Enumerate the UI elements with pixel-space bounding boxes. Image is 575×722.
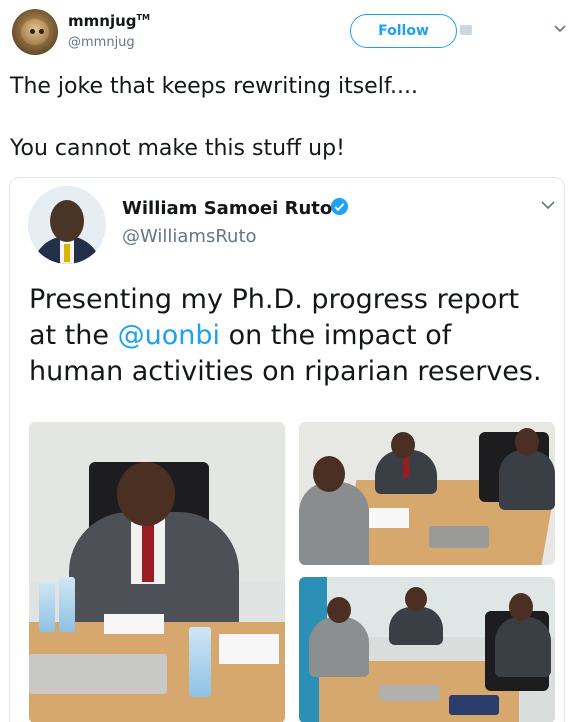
- quoted-tweet[interactable]: William Samoei Ruto @WilliamsRuto Presen…: [9, 177, 565, 722]
- photo-bottle: [59, 577, 75, 632]
- photo-head: [117, 462, 175, 526]
- tweet-text: The joke that keeps rewriting itself....…: [10, 72, 418, 164]
- photo-laptop: [379, 685, 439, 701]
- photo-head: [391, 432, 415, 458]
- avatar-eye: [39, 29, 44, 34]
- photo-paper: [219, 634, 279, 664]
- tweet-text-line: You cannot make this stuff up!: [10, 136, 345, 161]
- trademark-badge: TM: [136, 13, 150, 22]
- quoted-handle[interactable]: @WilliamsRuto: [122, 226, 257, 247]
- quoted-text-fragment: on the impact of: [220, 320, 452, 351]
- photo-head: [327, 597, 351, 623]
- mention-link[interactable]: @uonbi: [118, 320, 220, 351]
- quoted-text: Presenting my Ph.D. progress report at t…: [29, 282, 542, 390]
- quoted-text-line: human activities on riparian reserves.: [29, 356, 542, 387]
- meeting-photo-2[interactable]: [299, 422, 555, 565]
- quoted-text-line: Presenting my Ph.D. progress report: [29, 284, 520, 315]
- avatar-eye: [30, 29, 35, 34]
- quoted-avatar[interactable]: [28, 186, 106, 264]
- photo-head: [509, 593, 533, 621]
- quoted-text-fragment: at the: [29, 320, 118, 351]
- photo-laptop: [429, 526, 489, 548]
- verified-badge-icon: [330, 197, 349, 216]
- photo-head: [405, 587, 427, 611]
- display-name-text: mmnjug: [68, 12, 137, 30]
- photo-tie: [142, 522, 154, 582]
- meeting-photo-1[interactable]: [29, 422, 285, 722]
- photo-suit: [309, 617, 369, 677]
- photo-folder: [449, 695, 499, 715]
- follow-button[interactable]: Follow: [350, 14, 457, 48]
- photo-head: [313, 456, 345, 492]
- chevron-down-icon[interactable]: [553, 22, 567, 36]
- avatar-face: [21, 19, 49, 45]
- chevron-down-icon[interactable]: [540, 197, 556, 213]
- photo-suit: [495, 617, 551, 677]
- user-handle[interactable]: @mmnjug: [68, 35, 135, 50]
- quoted-display-name[interactable]: William Samoei Ruto: [122, 198, 332, 219]
- meeting-photo-3[interactable]: [299, 577, 555, 722]
- photo-suit: [389, 607, 443, 645]
- display-name[interactable]: mmnjugTM: [68, 12, 150, 30]
- tweet-text-line: The joke that keeps rewriting itself....: [10, 74, 418, 99]
- photo-bottle: [39, 582, 55, 632]
- photo-paper: [104, 614, 164, 634]
- photo-head: [515, 428, 539, 456]
- follow-options-icon[interactable]: [460, 25, 472, 35]
- tweet-header: mmnjugTM @mmnjug Follow: [0, 0, 575, 62]
- avatar-tie: [64, 244, 70, 262]
- quoted-text-line: at the @uonbi on the impact of: [29, 318, 542, 354]
- avatar-head: [50, 200, 84, 242]
- photo-suit: [499, 450, 555, 510]
- photo-laptop: [29, 654, 167, 694]
- photo-paper: [369, 508, 409, 528]
- photo-suit: [299, 482, 369, 565]
- photo-bottle: [189, 627, 211, 697]
- avatar[interactable]: [12, 9, 58, 55]
